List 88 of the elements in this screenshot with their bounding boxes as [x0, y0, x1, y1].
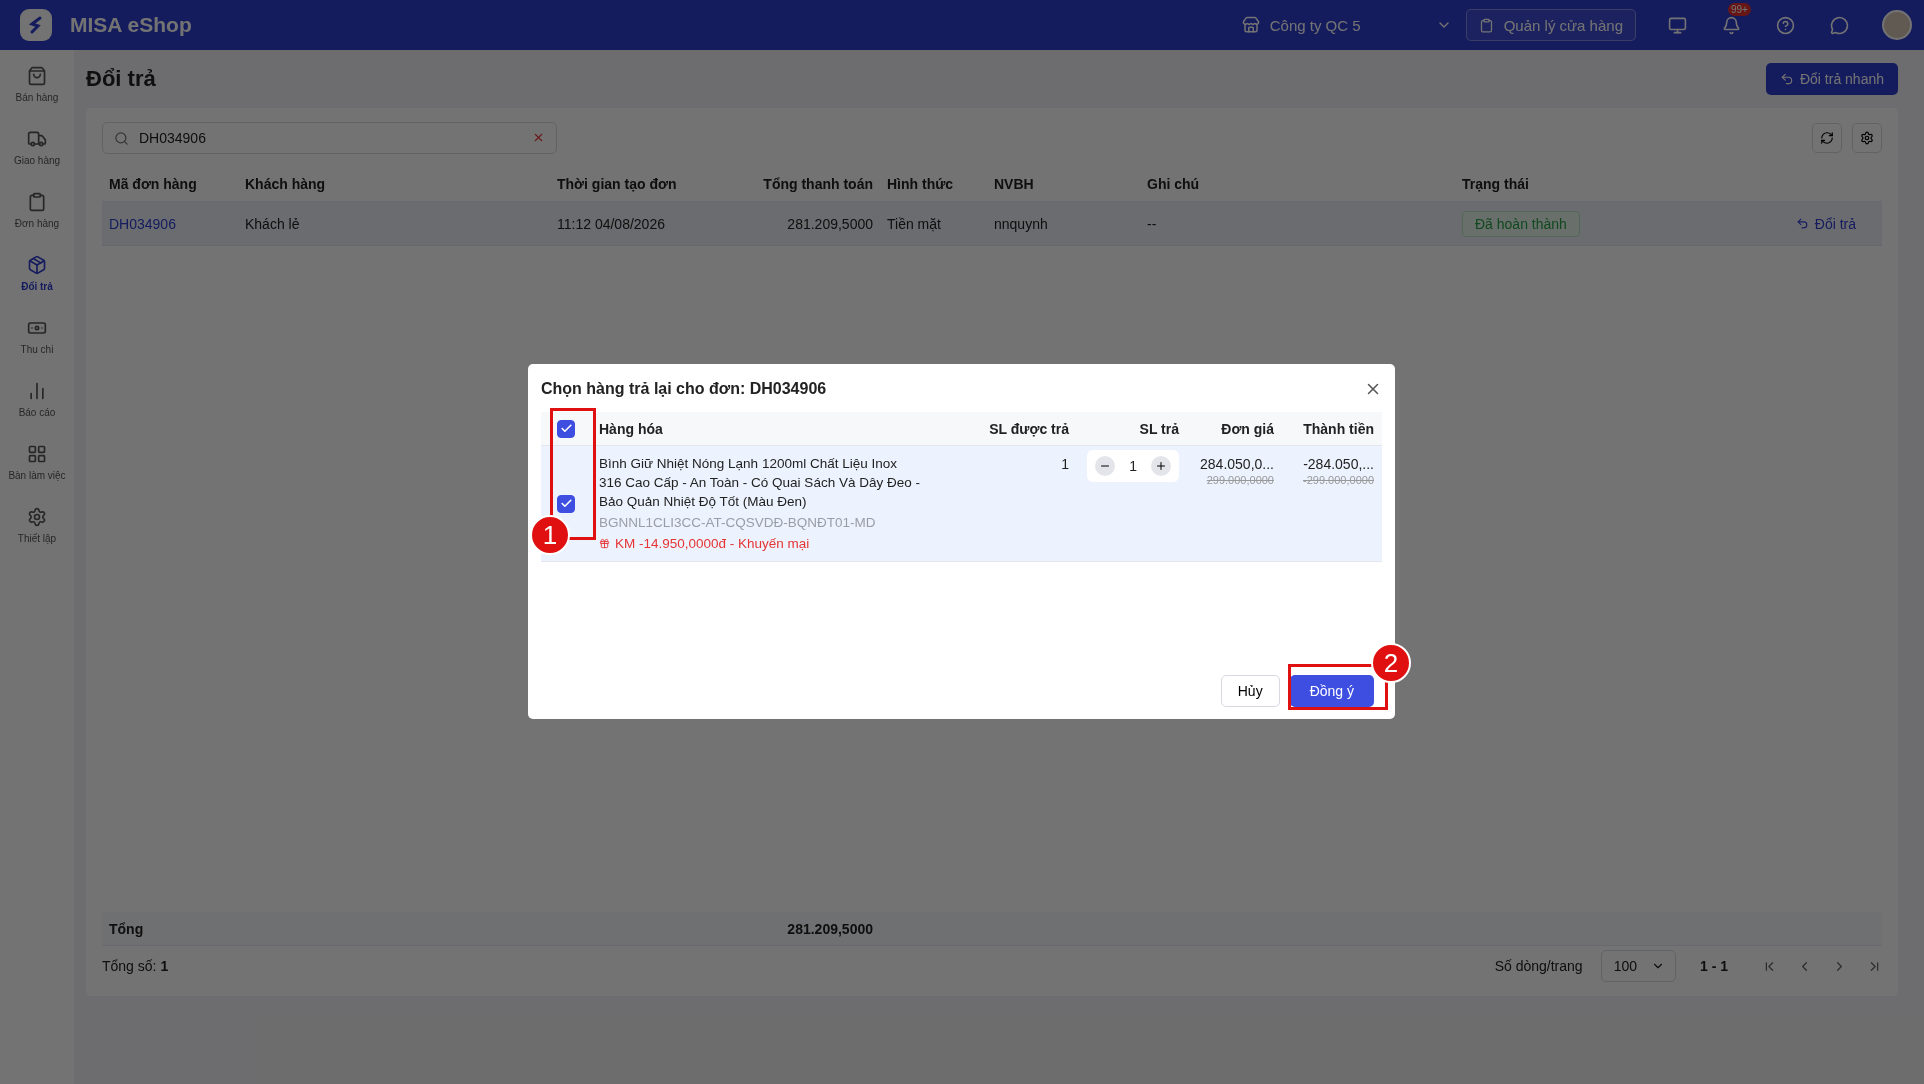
- returnable-quantity: 1: [1061, 456, 1069, 472]
- column-header: Thời gian tạo đơn: [556, 175, 678, 192]
- unit-price: 284.050,0...: [1200, 456, 1274, 472]
- row-checkbox[interactable]: [557, 494, 575, 513]
- increase-button[interactable]: [1151, 456, 1171, 476]
- summary-label: Tổng: [108, 920, 145, 937]
- total-count: Tổng số: 1: [102, 958, 169, 974]
- table-cell-text: 11:12 04/08/2026: [556, 215, 666, 232]
- column-header: Hình thức: [886, 175, 955, 192]
- table-cell-text: nnquynh: [993, 215, 1049, 232]
- column-header: SL được trả: [988, 420, 1070, 437]
- sidebar-item[interactable]: Thiết lập: [0, 507, 74, 544]
- check-icon: [559, 497, 573, 510]
- page-size-select[interactable]: 100: [1600, 950, 1676, 982]
- column-header: Mã đơn hàng: [108, 175, 198, 192]
- sidebar-item[interactable]: Giao hàng: [0, 129, 74, 166]
- column-header: Hàng hóa: [598, 420, 664, 437]
- column-header: Trạng thái: [1461, 175, 1530, 192]
- help-icon[interactable]: [1775, 15, 1795, 35]
- chat-icon[interactable]: [1829, 15, 1849, 35]
- dialog-title: Chọn hàng trả lại cho đơn: DH034906: [541, 380, 827, 398]
- cancel-button[interactable]: Hủy: [1220, 675, 1280, 707]
- refresh-icon: [1820, 131, 1834, 145]
- column-header: NVBH: [993, 175, 1035, 192]
- sidebar-item[interactable]: Bán hàng: [0, 66, 74, 103]
- bar-chart-icon: [27, 381, 47, 401]
- settings-icon: [1860, 131, 1874, 145]
- table-cell-text: Khách lẻ: [244, 215, 301, 232]
- monitor-icon[interactable]: [1667, 15, 1687, 35]
- status-badge: Đã hoàn thành: [1462, 210, 1580, 237]
- search-field[interactable]: DH034906: [102, 122, 557, 154]
- table-cell-text: Tiền mặt: [886, 215, 942, 232]
- sidebar-item[interactable]: Bàn làm việc: [0, 444, 74, 481]
- column-header: SL trả: [1138, 420, 1180, 437]
- return-quantity: 1: [1129, 458, 1137, 474]
- column-header: Đơn giá: [1220, 420, 1275, 437]
- grid-icon: [27, 444, 47, 464]
- sidebar-item[interactable]: Báo cáo: [0, 381, 74, 418]
- company-name[interactable]: Công ty QC 5: [1269, 16, 1361, 34]
- table-cell-text: --: [1146, 215, 1158, 232]
- logo-icon: [20, 9, 52, 41]
- app-name: MISA eShop: [70, 13, 192, 37]
- quantity-stepper[interactable]: 1: [1087, 450, 1179, 482]
- store-icon: [1241, 16, 1260, 34]
- clipboard-icon: [27, 192, 47, 212]
- settings-button[interactable]: [1852, 123, 1882, 153]
- gift-icon: [599, 538, 610, 549]
- select-all-checkbox[interactable]: [557, 419, 575, 438]
- clear-icon[interactable]: [532, 131, 545, 144]
- bag-icon: [27, 66, 47, 86]
- plus-icon: [1155, 460, 1167, 472]
- table-cell-text: 281.209,5000: [786, 215, 874, 232]
- return-icon: [1795, 217, 1809, 230]
- sidebar-item[interactable]: Đơn hàng: [0, 192, 74, 229]
- settings-icon: [27, 507, 47, 527]
- confirm-button[interactable]: Đồng ý: [1289, 675, 1374, 707]
- step-number: 1: [530, 515, 570, 555]
- sidebar-item[interactable]: Đổi trả: [0, 255, 74, 292]
- bell-icon[interactable]: [1721, 15, 1741, 35]
- promotion-text: KM -14.950,0000đ - Khuyến mại: [615, 535, 810, 553]
- quick-return-button[interactable]: Đổi trả nhanh: [1765, 63, 1898, 95]
- column-header: Khách hàng: [244, 175, 327, 192]
- truck-icon: [27, 129, 47, 149]
- search-icon: [114, 131, 129, 146]
- return-link[interactable]: Đổi trả: [1795, 215, 1882, 232]
- line-amount: -284.050,...: [1303, 456, 1374, 472]
- avatar[interactable]: [1882, 10, 1912, 40]
- refresh-button[interactable]: [1812, 123, 1842, 153]
- column-header: Ghi chú: [1146, 175, 1201, 192]
- original-unit-price: 299.000,0000: [1206, 474, 1274, 486]
- product-name: Bình Giữ Nhiệt Nóng Lạnh 1200ml Chất Liệu Inox 316 Cao Cấp - An Toàn - Có Quai Sách Và Dây Đeo - Bảo Quản Nhiệt Độ Tốt (Màu Đen): [599, 455, 921, 511]
- notification-badge: 99+: [1728, 3, 1751, 16]
- box-icon: [27, 255, 47, 275]
- column-header: Tổng thanh toán: [762, 175, 874, 192]
- clipboard-icon: [1478, 17, 1494, 33]
- product-sku: BGNNL1CLI3CC-AT-CQSVDĐ-BQNĐT01-MD: [599, 514, 877, 532]
- original-line-amount: -299.000,0000: [1303, 474, 1374, 486]
- order-link[interactable]: DH034906: [102, 215, 238, 232]
- page-range: 1 - 1: [1700, 958, 1728, 974]
- sidebar-item[interactable]: Thu chi: [0, 318, 74, 355]
- page-size-label: Số dòng/trang: [1494, 958, 1583, 974]
- check-icon: [559, 422, 573, 435]
- page-title: Đổi trả: [86, 66, 156, 92]
- column-header: Thành tiền: [1302, 420, 1375, 437]
- return-icon: [1779, 72, 1794, 86]
- summary-total: 281.209,5000: [786, 920, 874, 937]
- decrease-button[interactable]: [1095, 456, 1116, 476]
- step-number: 2: [1371, 643, 1411, 683]
